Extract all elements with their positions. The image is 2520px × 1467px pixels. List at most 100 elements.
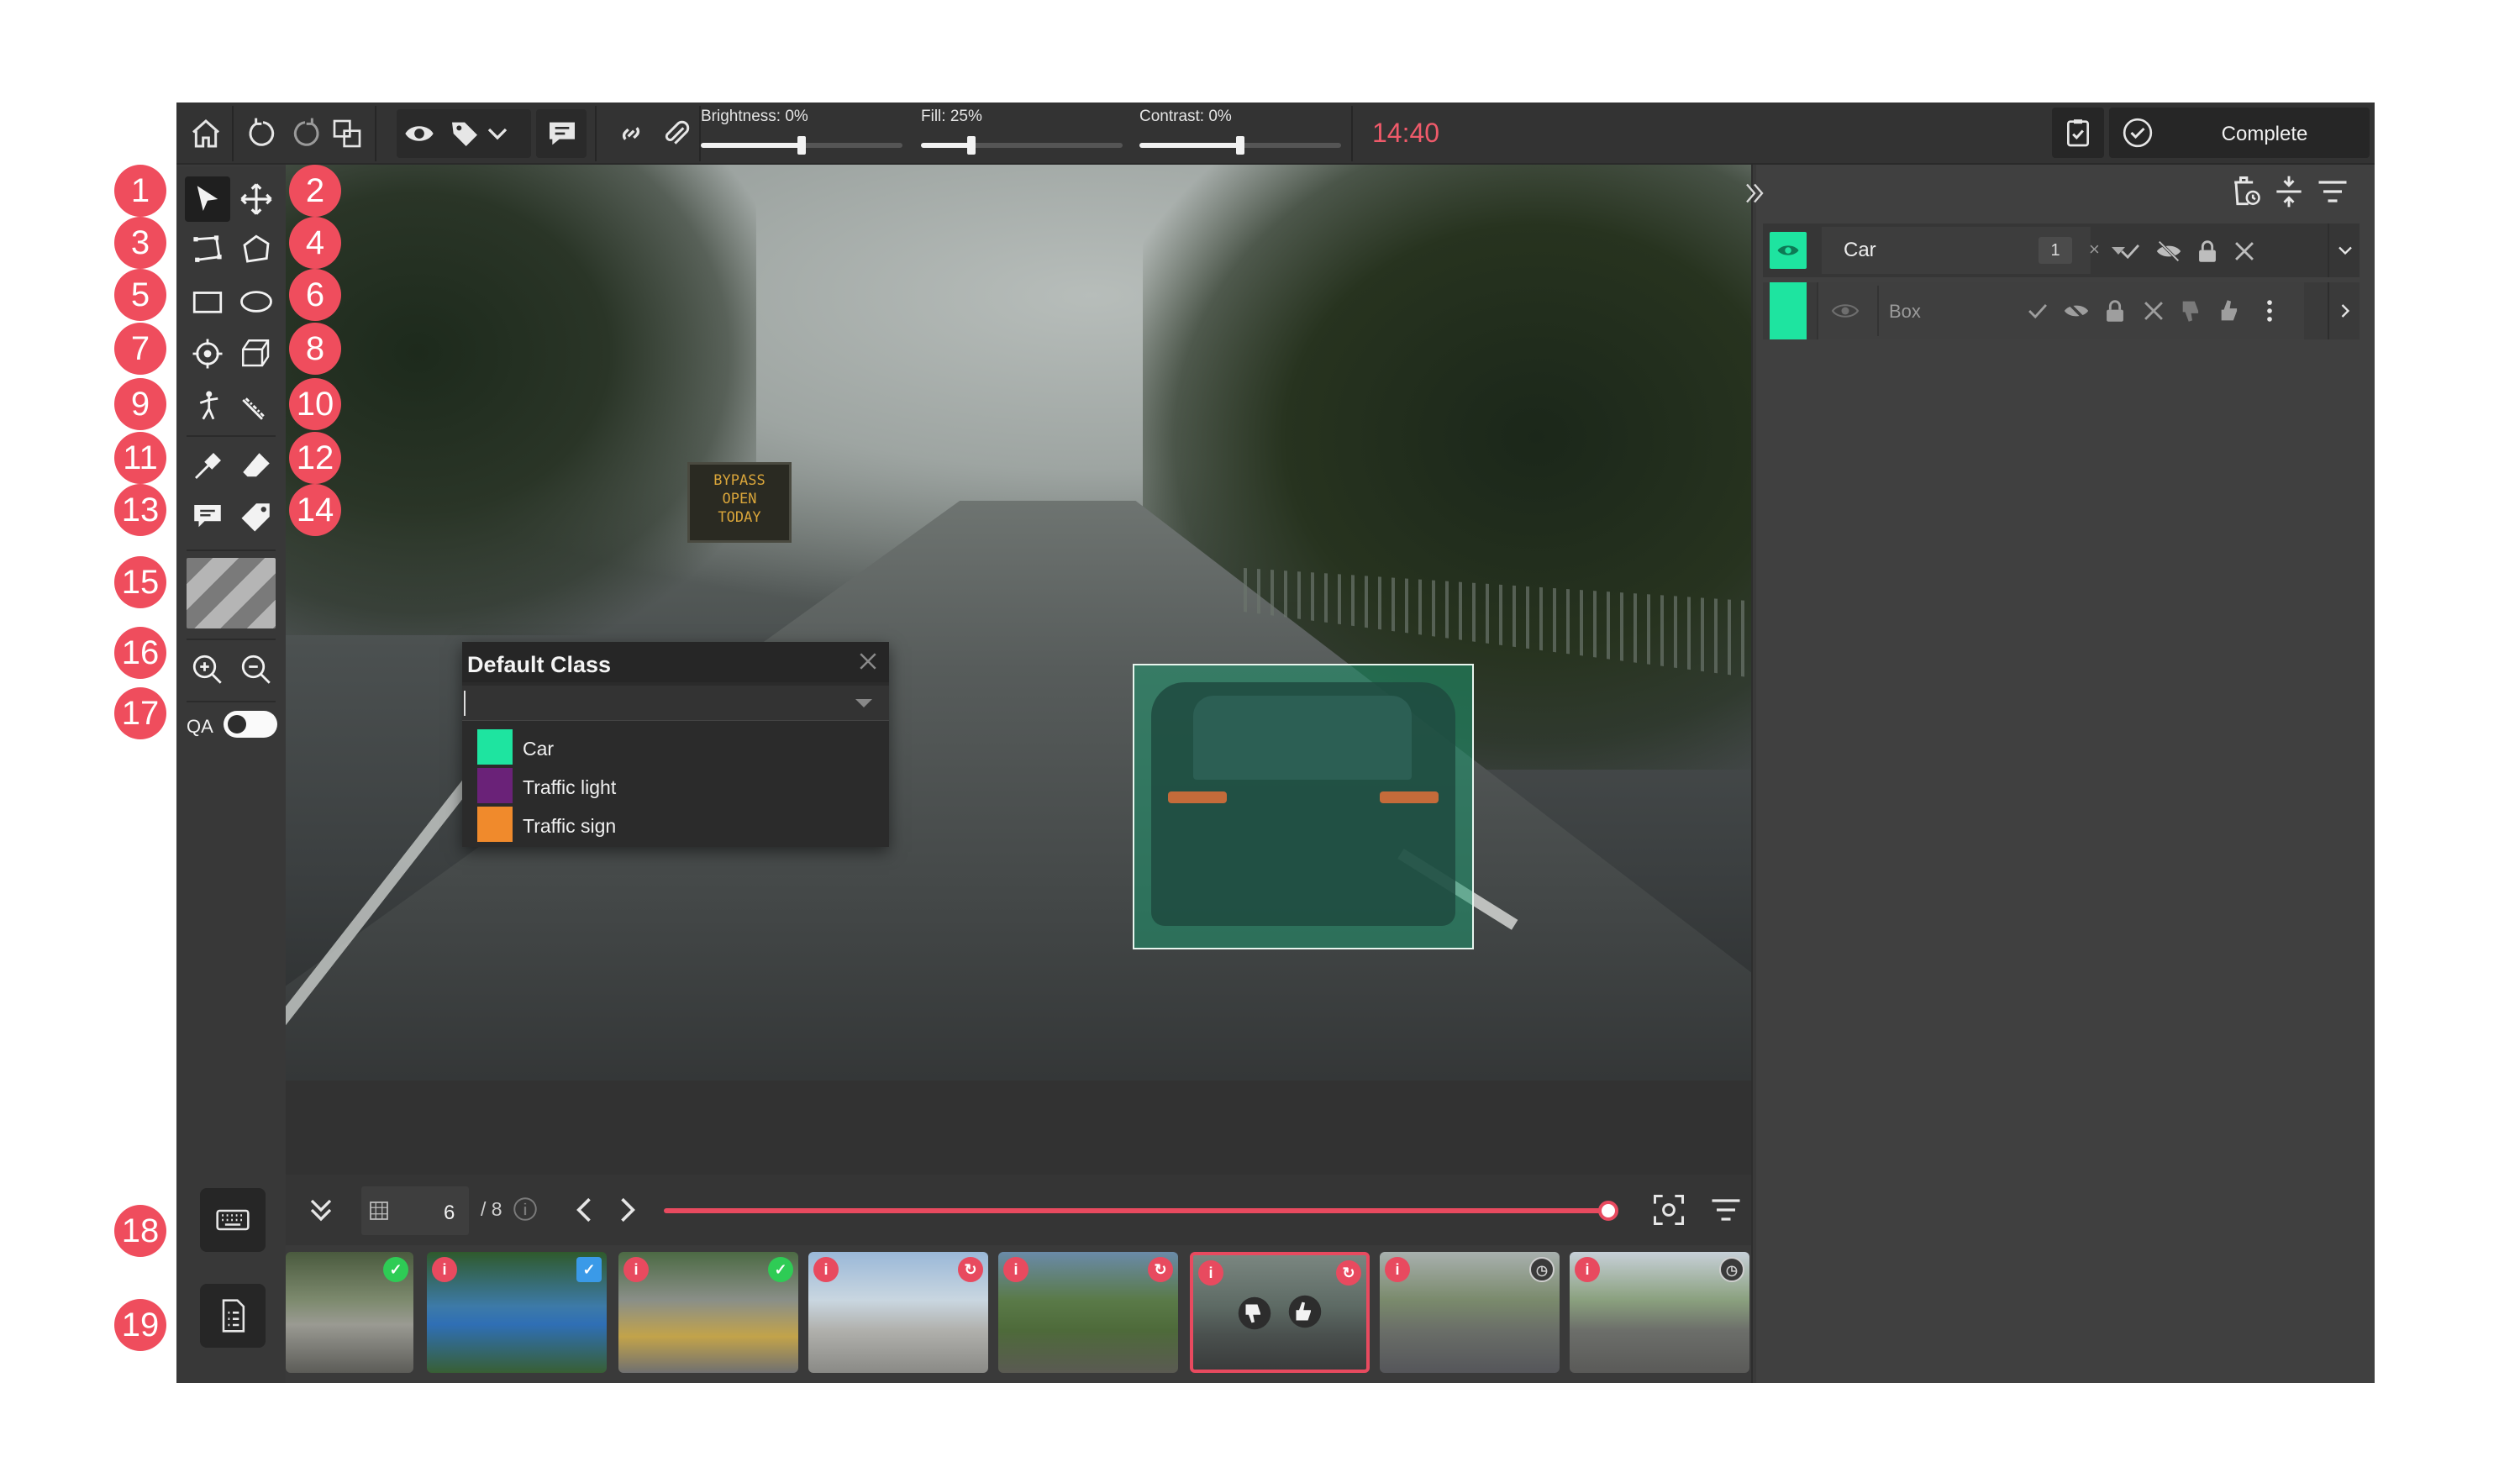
- delete-icon[interactable]: [2139, 297, 2168, 325]
- eraser-tool-icon[interactable]: [234, 444, 279, 489]
- collapse-panel-icon[interactable]: [1739, 178, 1770, 208]
- chevron-down-icon[interactable]: [481, 111, 514, 156]
- delete-all-icon[interactable]: [2227, 173, 2264, 210]
- qa-toggle[interactable]: [224, 711, 277, 738]
- chevron-down-icon: [2338, 246, 2352, 255]
- filter-icon[interactable]: [1707, 1191, 1744, 1228]
- tag-tool-icon[interactable]: [234, 494, 279, 539]
- eyedropper-tool-icon[interactable]: [185, 444, 230, 489]
- comment-tool-icon[interactable]: [185, 494, 230, 539]
- fit-to-screen-icon[interactable]: [1650, 1191, 1687, 1228]
- more-options-icon[interactable]: [2255, 297, 2284, 325]
- filter-icon[interactable]: [2314, 173, 2351, 210]
- clear-class-icon[interactable]: ×: [2089, 239, 2100, 260]
- object-class-name: Car: [1844, 239, 1876, 261]
- class-visibility-toggle[interactable]: [1770, 232, 1807, 269]
- thumbnail-4[interactable]: i ↻: [808, 1252, 988, 1373]
- class-option-traffic-light[interactable]: Traffic light: [477, 768, 881, 803]
- lock-icon[interactable]: [2101, 297, 2129, 325]
- thumbnail-6-current[interactable]: i ↻: [1190, 1252, 1370, 1373]
- collapse-filmstrip-icon[interactable]: [303, 1191, 339, 1228]
- marker-4: 4: [289, 217, 341, 269]
- ruler-tool-icon[interactable]: [234, 383, 279, 429]
- complete-button[interactable]: Complete: [2109, 108, 2370, 158]
- home-icon[interactable]: [183, 111, 229, 156]
- thumbs-up-icon[interactable]: [1287, 1294, 1323, 1329]
- expand-instance-button[interactable]: [2328, 282, 2360, 339]
- polyline-tool-icon[interactable]: [185, 227, 230, 272]
- class-option-traffic-sign[interactable]: Traffic sign: [477, 807, 881, 842]
- hide-annotation-icon[interactable]: [2062, 297, 2091, 325]
- class-option-car[interactable]: Car: [477, 729, 881, 765]
- attachment-icon[interactable]: [654, 111, 699, 156]
- delete-icon[interactable]: [2230, 237, 2259, 266]
- marker-7: 7: [114, 323, 166, 375]
- info-icon[interactable]: [511, 1195, 539, 1223]
- zoom-in-icon[interactable]: [185, 647, 230, 692]
- fill-pattern-swatch[interactable]: [187, 558, 276, 628]
- class-search-input[interactable]: [462, 686, 889, 721]
- fill-knob[interactable]: [967, 136, 976, 155]
- marker-13: 13: [114, 484, 166, 536]
- thumbnail-8[interactable]: i ◷: [1570, 1252, 1749, 1373]
- link-icon[interactable]: [608, 111, 654, 156]
- marker-9: 9: [114, 378, 166, 430]
- marker-19: 19: [114, 1299, 166, 1351]
- eye-icon[interactable]: [397, 111, 442, 156]
- brightness-knob[interactable]: [797, 136, 806, 155]
- rejected-badge-icon: ↻: [1148, 1257, 1173, 1282]
- brightness-slider[interactable]: Brightness: 0%: [701, 108, 902, 158]
- select-tool-icon[interactable]: [185, 176, 230, 222]
- redo-icon[interactable]: [282, 111, 328, 156]
- thumbs-down-icon[interactable]: [1237, 1296, 1272, 1331]
- thumbnail-5[interactable]: i ↻: [998, 1252, 1178, 1373]
- thumbs-up-icon[interactable]: [2217, 297, 2245, 325]
- hide-annotation-icon[interactable]: [2154, 237, 2183, 266]
- check-icon[interactable]: [2023, 297, 2052, 325]
- eye-icon[interactable]: [1830, 296, 1860, 326]
- polygon-tool-icon[interactable]: [234, 227, 279, 272]
- move-tool-icon[interactable]: [234, 176, 279, 222]
- collapse-all-icon[interactable]: [2270, 173, 2307, 210]
- close-icon[interactable]: [855, 649, 881, 674]
- marker-10: 10: [289, 378, 341, 430]
- lock-icon[interactable]: [2193, 237, 2222, 266]
- class-selector[interactable]: Car 1 ×: [1822, 227, 2125, 274]
- transform-icon[interactable]: [324, 111, 370, 156]
- check-icon[interactable]: [2116, 237, 2144, 266]
- object-class-row[interactable]: Car 1 ×: [1763, 223, 2360, 277]
- thumbnail-1[interactable]: ✓: [286, 1252, 413, 1373]
- thumbnail-7[interactable]: i ◷: [1380, 1252, 1560, 1373]
- dropdown-arrow-icon[interactable]: [855, 699, 872, 707]
- frame-input[interactable]: 6: [361, 1186, 469, 1235]
- next-frame-icon[interactable]: [608, 1191, 645, 1228]
- contrast-slider[interactable]: Contrast: 0%: [1139, 108, 1341, 158]
- cuboid-tool-icon[interactable]: [234, 331, 279, 376]
- object-count-badge: 1: [2039, 237, 2072, 264]
- task-info-button[interactable]: [200, 1284, 266, 1348]
- marker-17: 17: [114, 687, 166, 739]
- thumbnail-3[interactable]: i ✓: [618, 1252, 798, 1373]
- skeleton-tool-icon[interactable]: [185, 383, 230, 429]
- thumbnail-2[interactable]: i ✓: [427, 1252, 607, 1373]
- contrast-knob[interactable]: [1236, 136, 1244, 155]
- comment-icon[interactable]: [539, 111, 585, 156]
- car-bounding-box[interactable]: [1133, 664, 1474, 949]
- keyboard-shortcuts-button[interactable]: [200, 1188, 266, 1252]
- annotation-instance-row[interactable]: Box: [1763, 282, 2360, 339]
- frame-timeline[interactable]: [664, 1208, 1613, 1213]
- pending-badge-icon: ◷: [1529, 1257, 1555, 1282]
- zoom-out-icon[interactable]: [234, 647, 279, 692]
- ellipse-tool-icon[interactable]: [234, 279, 279, 324]
- expand-class-button[interactable]: [2328, 223, 2360, 277]
- thumbs-down-icon[interactable]: [2178, 297, 2207, 325]
- marker-16: 16: [114, 627, 166, 679]
- point-tool-icon[interactable]: [185, 331, 230, 376]
- marker-3: 3: [114, 217, 166, 269]
- previous-frame-icon[interactable]: [566, 1191, 603, 1228]
- undo-icon[interactable]: [240, 111, 286, 156]
- task-checklist-button[interactable]: [2052, 108, 2104, 158]
- timeline-knob[interactable]: [1598, 1201, 1618, 1221]
- fill-slider[interactable]: Fill: 25%: [921, 108, 1123, 158]
- rectangle-tool-icon[interactable]: [185, 279, 230, 324]
